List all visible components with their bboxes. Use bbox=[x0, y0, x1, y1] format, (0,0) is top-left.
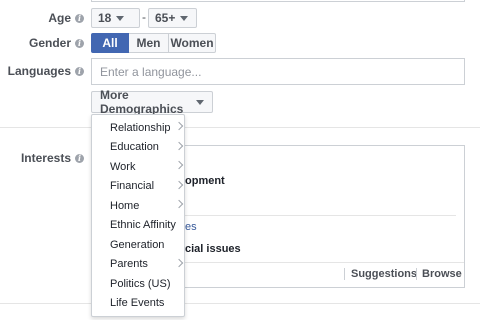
menu-item-politics-us[interactable]: Politics (US) bbox=[92, 274, 186, 294]
chevron-right-icon bbox=[174, 199, 184, 209]
menu-item-label: Relationship bbox=[110, 121, 171, 134]
menu-item-work[interactable]: Work bbox=[92, 157, 186, 177]
languages-placeholder: Enter a language... bbox=[100, 64, 202, 79]
gender-option-men[interactable]: Men bbox=[129, 33, 169, 53]
menu-item-label: Politics (US) bbox=[110, 277, 171, 290]
interests-category-text: cial issues bbox=[185, 243, 241, 255]
demographics-dropdown-menu: Relationship Education Work Financial Ho… bbox=[91, 114, 185, 317]
age-label: Age bbox=[48, 11, 71, 25]
interests-row-divider bbox=[185, 215, 456, 216]
menu-item-education[interactable]: Education bbox=[92, 138, 186, 158]
menu-item-parents[interactable]: Parents bbox=[92, 255, 186, 275]
bottom-divider bbox=[0, 303, 480, 304]
chevron-right-icon bbox=[174, 180, 184, 189]
gender-label-group: Gender i bbox=[0, 33, 84, 53]
footer-separator bbox=[416, 268, 417, 280]
interests-label-group: Interests i bbox=[0, 149, 84, 167]
chevron-down-icon bbox=[180, 15, 189, 21]
menu-item-home[interactable]: Home bbox=[92, 196, 186, 216]
info-icon[interactable]: i bbox=[75, 153, 84, 163]
menu-item-ethnic-affinity[interactable]: Ethnic Affinity bbox=[92, 216, 186, 236]
menu-item-label: Life Events bbox=[110, 297, 165, 310]
menu-item-label: Financial bbox=[110, 180, 155, 193]
gender-option-all[interactable]: All bbox=[91, 33, 129, 53]
menu-item-life-events[interactable]: Life Events bbox=[92, 294, 186, 314]
menu-item-label: Work bbox=[110, 160, 136, 173]
menu-item-label: Parents bbox=[110, 258, 148, 271]
menu-item-relationship[interactable]: Relationship bbox=[92, 118, 186, 138]
chevron-right-icon bbox=[174, 121, 184, 131]
info-icon[interactable]: i bbox=[75, 66, 84, 76]
interests-link-text[interactable]: es bbox=[185, 221, 197, 233]
age-label-group: Age i bbox=[0, 8, 84, 28]
languages-label-group: Languages i bbox=[0, 61, 84, 81]
menu-item-label: Generation bbox=[110, 238, 165, 251]
browse-link[interactable]: Browse bbox=[422, 268, 462, 280]
top-field-edge bbox=[91, 0, 465, 2]
age-min-select[interactable]: 18 bbox=[91, 8, 140, 28]
age-separator: - bbox=[142, 10, 146, 24]
menu-item-label: Ethnic Affinity bbox=[110, 219, 176, 232]
age-min-value: 18 bbox=[98, 11, 112, 25]
interests-category-text: opment bbox=[185, 175, 225, 187]
info-icon[interactable]: i bbox=[75, 38, 84, 48]
chevron-down-icon bbox=[116, 15, 125, 21]
more-demographics-label: More Demographics bbox=[100, 88, 184, 116]
menu-item-label: Home bbox=[110, 199, 140, 212]
languages-label: Languages bbox=[7, 64, 71, 78]
gender-segmented-control: All Men Women bbox=[91, 33, 216, 53]
menu-item-generation[interactable]: Generation bbox=[92, 235, 186, 255]
chevron-down-icon bbox=[196, 99, 204, 105]
languages-input[interactable]: Enter a language... bbox=[91, 58, 465, 85]
interests-label: Interests bbox=[20, 151, 71, 165]
chevron-right-icon bbox=[174, 141, 184, 150]
chevron-right-icon bbox=[174, 160, 184, 170]
gender-option-women[interactable]: Women bbox=[169, 33, 216, 53]
section-divider bbox=[0, 127, 480, 128]
suggestions-link[interactable]: Suggestions bbox=[351, 268, 417, 280]
gender-label: Gender bbox=[28, 36, 71, 50]
menu-item-financial[interactable]: Financial bbox=[92, 177, 186, 197]
age-max-value: 65+ bbox=[155, 11, 176, 25]
age-max-select[interactable]: 65+ bbox=[148, 8, 197, 28]
chevron-right-icon bbox=[174, 258, 184, 267]
menu-item-label: Education bbox=[110, 141, 159, 154]
info-icon[interactable]: i bbox=[75, 13, 84, 23]
footer-separator bbox=[344, 268, 345, 280]
more-demographics-button[interactable]: More Demographics bbox=[91, 88, 213, 116]
